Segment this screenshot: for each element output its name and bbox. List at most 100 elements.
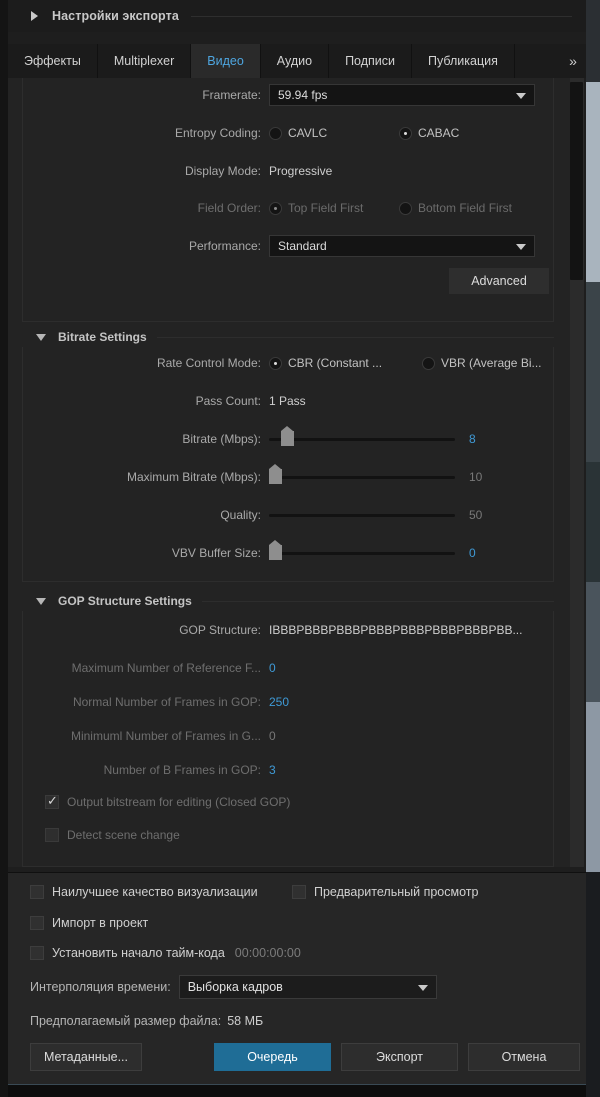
chevron-down-icon xyxy=(516,244,526,250)
best-quality-checkbox-row[interactable]: Наилучшее качество визуализации xyxy=(30,885,258,899)
bitrate-slider-row: Bitrate (Mbps): 8 xyxy=(23,426,555,452)
section-divider xyxy=(201,600,554,602)
entropy-coding-row: Entropy Coding: CAVLC CABAC xyxy=(23,120,555,146)
slider-track xyxy=(269,552,455,555)
checkbox-set-start-timecode[interactable] xyxy=(30,946,44,960)
quality-slider-row: Quality: 50 xyxy=(23,502,555,528)
checkbox-closed-gop[interactable] xyxy=(45,793,59,809)
normal-frames-in-gop-value: 250 xyxy=(269,695,290,709)
maximum-bitrate-slider-row: Maximum Bitrate (Mbps): 10 xyxy=(23,464,555,490)
tab-multiplexer[interactable]: Multiplexer xyxy=(97,44,192,78)
entropy-coding-label: Entropy Coding: xyxy=(174,126,261,140)
b-frames-in-gop-label: Number of B Frames in GOP: xyxy=(103,763,261,777)
pass-count-row: Pass Count: 1 Pass xyxy=(23,388,555,414)
export-settings-dialog: Настройки экспорта Эффекты Multiplexer В… xyxy=(0,0,600,1097)
section-divider xyxy=(156,336,554,338)
gop-structure-label: GOP Structure: xyxy=(179,623,261,637)
radio-dot-icon xyxy=(269,126,282,140)
bitrate-slider[interactable] xyxy=(269,426,455,449)
radio-dot-icon xyxy=(269,201,282,215)
time-interpolation-label: Интерполяция времени: xyxy=(30,980,171,994)
slider-thumb[interactable] xyxy=(281,426,294,446)
triangle-right-icon[interactable] xyxy=(30,10,40,22)
radio-cbr[interactable]: CBR (Constant ... xyxy=(269,356,412,370)
tab-effects[interactable]: Эффекты xyxy=(8,44,98,78)
rate-control-mode-label: Rate Control Mode: xyxy=(156,356,261,370)
rate-control-mode-row: Rate Control Mode: CBR (Constant ... VBR… xyxy=(23,350,555,376)
slider-track xyxy=(269,438,455,441)
preview-checkbox-row[interactable]: Предварительный просмотр xyxy=(292,885,478,899)
slider-track xyxy=(269,476,455,479)
minimum-frames-in-gop-row: Minimuml Number of Frames in G... 0 xyxy=(23,723,555,749)
bitrate-label: Bitrate (Mbps): xyxy=(182,432,261,446)
field-order-label: Field Order: xyxy=(197,201,261,215)
detect-scene-change-checkbox-row[interactable]: Detect scene change xyxy=(23,822,555,848)
performance-row: Performance: Standard xyxy=(23,233,555,259)
checkbox-best-render-quality[interactable] xyxy=(30,885,44,899)
performance-value: Standard xyxy=(278,239,327,253)
display-mode-label: Display Mode: xyxy=(184,164,261,178)
tab-captions[interactable]: Подписи xyxy=(329,44,413,78)
queue-button[interactable]: Очередь xyxy=(214,1043,331,1071)
tab-audio[interactable]: Аудио xyxy=(260,44,330,78)
radio-dot-icon xyxy=(269,356,282,370)
window-right-strip xyxy=(586,0,600,1097)
closed-gop-checkbox-row[interactable]: Output bitstream for editing (Closed GOP… xyxy=(23,789,555,815)
checkbox-preview[interactable] xyxy=(292,885,306,899)
triangle-down-icon[interactable] xyxy=(36,332,48,342)
dialog-footer: Наилучшее качество визуализации Предвари… xyxy=(8,872,586,1084)
tabs-overflow-icon[interactable]: » xyxy=(560,44,586,78)
radio-cavlc[interactable]: CAVLC xyxy=(269,126,389,140)
estimated-file-size-row: Предполагаемый размер файла: 58 МБ xyxy=(30,1014,263,1028)
b-frames-in-gop-row: Number of B Frames in GOP: 3 xyxy=(23,757,555,783)
set-start-timecode-row[interactable]: Установить начало тайм-кода 00:00:00:00 xyxy=(30,946,301,960)
radio-cavlc-label: CAVLC xyxy=(288,126,328,140)
checkbox-preview-label: Предварительный просмотр xyxy=(314,885,479,899)
radio-vbr-label: VBR (Average Bi... xyxy=(441,356,542,370)
window-left-gutter xyxy=(0,0,8,1097)
radio-vbr[interactable]: VBR (Average Bi... xyxy=(422,356,542,370)
performance-dropdown[interactable]: Standard xyxy=(269,235,535,257)
bitrate-settings-header[interactable]: Bitrate Settings xyxy=(22,327,554,347)
checkbox-import-to-project[interactable] xyxy=(30,916,44,930)
basic-video-settings-section: Framerate: 59.94 fps Entropy Coding: CAV… xyxy=(22,78,554,322)
normal-frames-in-gop-row: Normal Number of Frames in GOP: 250 xyxy=(23,689,555,715)
maximum-bitrate-slider[interactable] xyxy=(269,464,455,487)
tab-bar: Эффекты Multiplexer Видео Аудио Подписи … xyxy=(8,44,586,78)
slider-thumb[interactable] xyxy=(269,540,282,560)
import-to-project-checkbox-row[interactable]: Импорт в проект xyxy=(30,916,148,930)
pass-count-value: 1 Pass xyxy=(269,394,306,408)
slider-thumb[interactable] xyxy=(269,464,282,484)
tab-video[interactable]: Видео xyxy=(191,44,261,78)
radio-dot-icon xyxy=(399,126,412,140)
start-timecode-value[interactable]: 00:00:00:00 xyxy=(235,946,301,960)
advanced-button[interactable]: Advanced xyxy=(449,268,549,294)
chevron-down-icon xyxy=(417,985,428,991)
gop-settings-header[interactable]: GOP Structure Settings xyxy=(22,591,554,611)
time-interpolation-dropdown[interactable]: Выборка кадров xyxy=(178,975,437,999)
maximum-bitrate-label: Maximum Bitrate (Mbps): xyxy=(126,470,261,484)
checkbox-closed-gop-label: Output bitstream for editing (Closed GOP… xyxy=(67,795,291,809)
cancel-button[interactable]: Отмена xyxy=(468,1043,580,1071)
checkbox-set-start-timecode-label: Установить начало тайм-кода xyxy=(52,946,225,960)
minimum-frames-in-gop-value: 0 xyxy=(269,729,276,743)
gop-structure-row: GOP Structure: IBBBPBBBPBBBPBBBPBBBPBBBP… xyxy=(23,617,555,643)
vbv-buffer-size-slider[interactable] xyxy=(269,540,455,563)
export-button[interactable]: Экспорт xyxy=(341,1043,458,1071)
quality-value: 50 xyxy=(469,508,483,522)
radio-cabac[interactable]: CABAC xyxy=(399,126,459,140)
framerate-value: 59.94 fps xyxy=(278,88,328,102)
maximum-bitrate-value: 10 xyxy=(469,470,483,484)
vertical-scrollbar-thumb[interactable] xyxy=(570,82,583,280)
vbv-buffer-size-value: 0 xyxy=(469,546,476,560)
checkbox-import-to-project-label: Импорт в проект xyxy=(52,916,149,930)
framerate-dropdown[interactable]: 59.94 fps xyxy=(269,84,535,106)
triangle-down-icon[interactable] xyxy=(36,596,48,606)
window-bottom-edge xyxy=(8,1084,586,1097)
tab-publish[interactable]: Публикация xyxy=(412,44,515,78)
normal-frames-in-gop-label: Normal Number of Frames in GOP: xyxy=(72,695,261,709)
metadata-button[interactable]: Метаданные... xyxy=(30,1043,142,1071)
radio-top-field-first: Top Field First xyxy=(269,201,389,215)
gop-settings-section: GOP Structure: IBBBPBBBPBBBPBBBPBBBPBBBP… xyxy=(22,611,554,867)
checkbox-detect-scene-change[interactable] xyxy=(45,828,59,842)
